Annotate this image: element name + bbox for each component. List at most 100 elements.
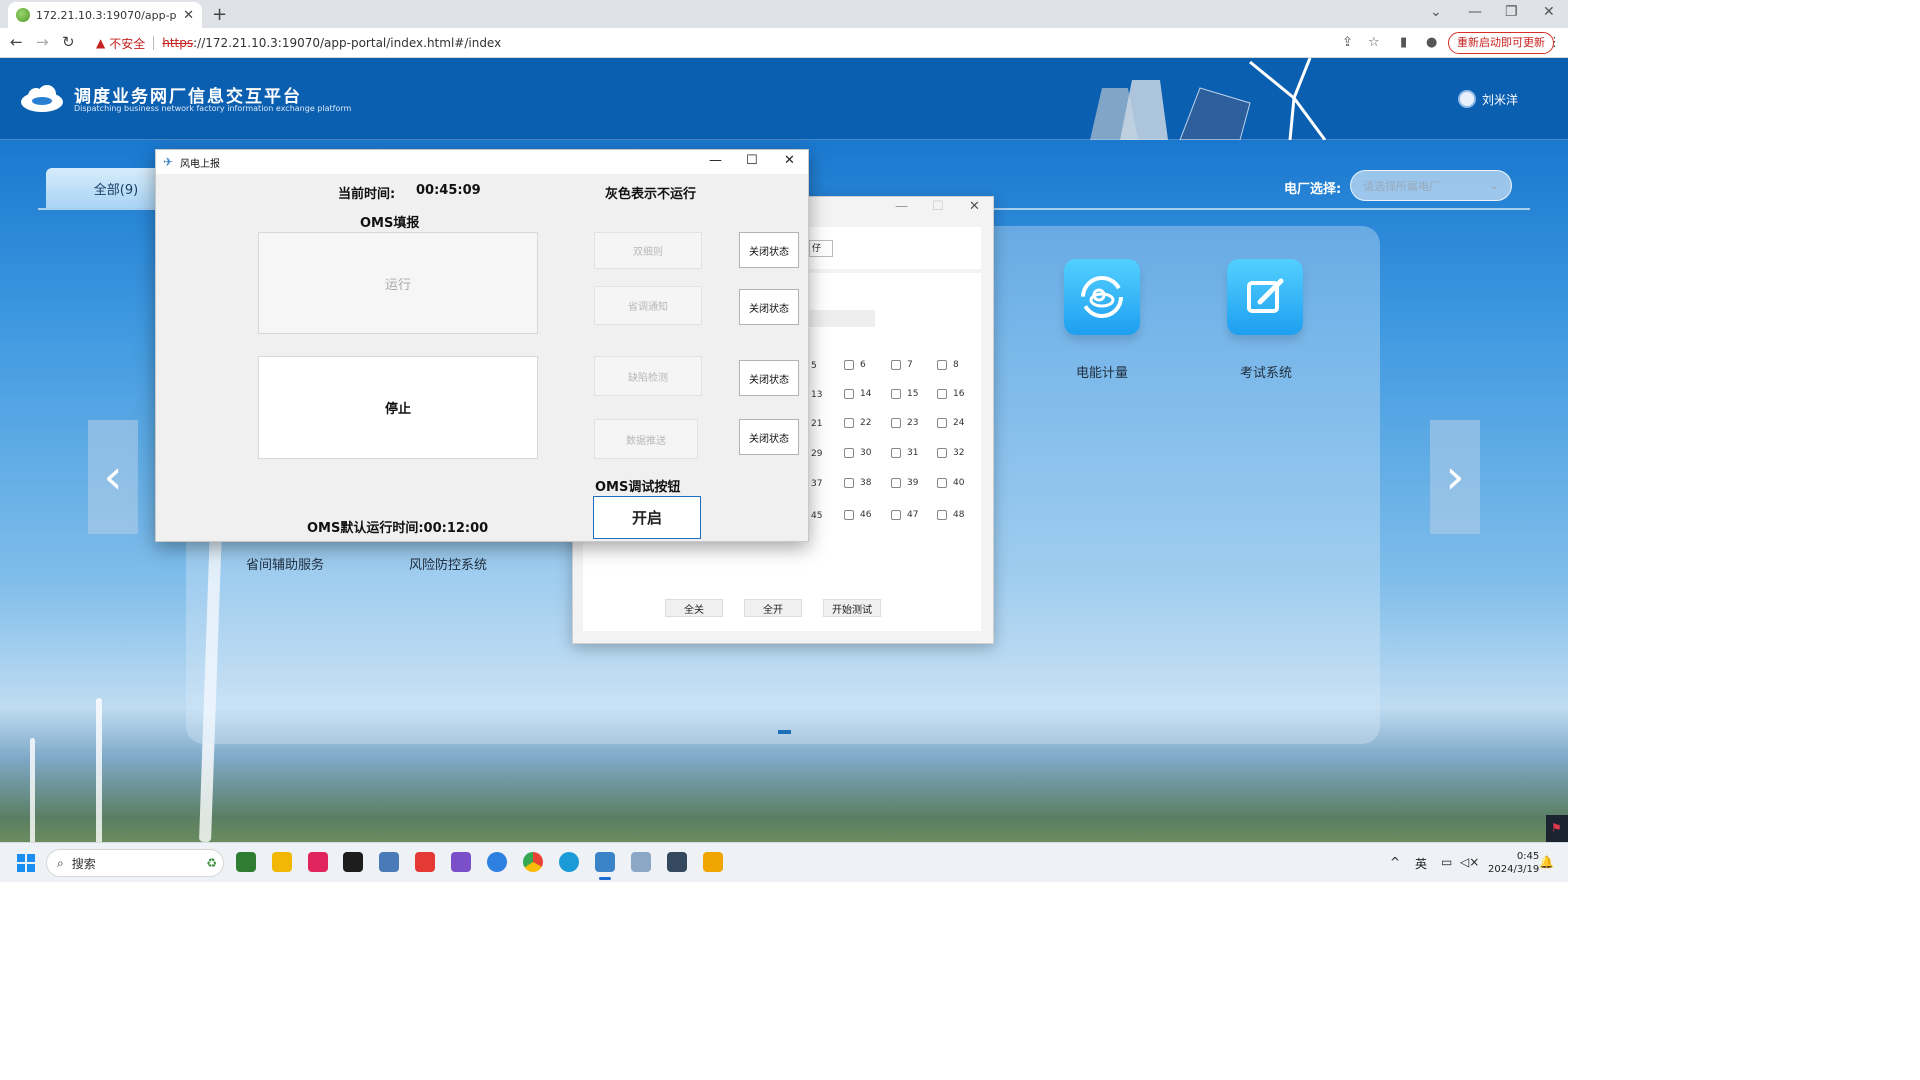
all-off-button[interactable]: 全关 (665, 599, 723, 617)
close-icon[interactable]: ✕ (969, 199, 980, 214)
carousel-next-button[interactable]: › (1430, 420, 1480, 534)
url-scheme: https (162, 36, 194, 50)
active-app-indicator (599, 877, 611, 880)
rule-defect-detection-state-button[interactable]: 关闭状态 (739, 360, 799, 396)
maximize-icon[interactable]: ☐ (746, 153, 758, 168)
close-icon[interactable]: ✕ (784, 153, 795, 168)
chrome-icon[interactable] (523, 852, 543, 872)
rule-provincial-notice-button[interactable]: 省调通知 (594, 286, 702, 325)
rule-defect-detection-button[interactable]: 缺陷检测 (594, 356, 702, 396)
minimize-icon[interactable]: — (709, 153, 722, 168)
channel-checkbox[interactable]: 22 (844, 418, 871, 428)
channel-checkbox[interactable]: 6 (844, 360, 866, 370)
channel-checkbox[interactable]: 39 (891, 478, 918, 488)
share-icon[interactable]: ⇪ (1342, 35, 1353, 50)
taskbar-search[interactable]: ⌕ 搜索 ♻ (46, 849, 224, 877)
chevron-up-icon[interactable]: ^ (1390, 855, 1400, 869)
file-explorer-icon[interactable] (272, 852, 292, 872)
rule-data-push-button[interactable]: 数据推送 (594, 419, 698, 459)
channel-checkbox[interactable]: 7 (891, 360, 913, 370)
channel-checkbox[interactable]: 31 (891, 448, 918, 458)
rule-data-push-state-button[interactable]: 关闭状态 (739, 419, 799, 455)
oms-debug-label: OMS调试按钮 (595, 480, 681, 495)
channel-checkbox[interactable]: 32 (937, 448, 964, 458)
tab-title: 172.21.10.3:19070/app-portal/ (36, 8, 177, 22)
volume-muted-icon[interactable]: ◁× (1460, 855, 1479, 869)
channel-checkbox[interactable]: 40 (937, 478, 964, 488)
power-plant-illustration (1090, 58, 1327, 140)
address-bar[interactable]: ▲ 不安全 https ://172.21.10.3:19070/app-por… (88, 31, 1388, 55)
rule-double-detail-button[interactable]: 双细则 (594, 232, 702, 269)
tab-search-icon[interactable]: ⌄ (1430, 4, 1442, 20)
app-name-energy-metering[interactable]: 电能计量 (1076, 362, 1128, 381)
app-icon-1[interactable] (236, 852, 256, 872)
forward-icon[interactable]: → (36, 33, 49, 51)
channel-checkbox[interactable]: 46 (844, 510, 871, 520)
edge-icon[interactable] (559, 852, 579, 872)
minimize-icon[interactable]: — (895, 199, 908, 214)
wind-report-app-icon[interactable] (595, 852, 615, 872)
app-tile-exam-system[interactable] (1227, 259, 1303, 335)
app-icon-5[interactable] (379, 852, 399, 872)
channel-checkbox[interactable]: 38 (844, 478, 871, 488)
test-input-partial[interactable] (809, 310, 875, 327)
current-time-label: 当前时间: (338, 187, 396, 202)
app-name-exam-system[interactable]: 考试系统 (1240, 362, 1292, 381)
app-icon-3[interactable] (308, 852, 328, 872)
bookmark-star-icon[interactable]: ☆ (1368, 35, 1380, 50)
app-icon-13[interactable] (667, 852, 687, 872)
channel-checkbox[interactable]: 47 (891, 510, 918, 520)
notification-flag-icon[interactable] (1546, 815, 1568, 842)
channel-checkbox[interactable]: 15 (891, 389, 918, 399)
app-name-interprovincial-service[interactable]: 省间辅助服务 (246, 554, 324, 573)
app-icon-8[interactable] (487, 852, 507, 872)
network-icon[interactable]: ▭ (1441, 855, 1452, 869)
app-name-risk-control[interactable]: 风险防控系统 (409, 554, 487, 573)
new-tab-button[interactable]: + (212, 4, 227, 25)
window-titlebar[interactable]: ✈ 风电上报 — ☐ ✕ (156, 150, 808, 174)
visual-studio-icon[interactable] (451, 852, 471, 872)
all-on-button[interactable]: 全开 (744, 599, 802, 617)
system-clock[interactable]: 0:45 2024/3/19 (1488, 850, 1539, 876)
close-tab-icon[interactable]: ✕ (183, 8, 194, 23)
restore-icon[interactable]: ❐ (1505, 4, 1518, 20)
run-button[interactable]: 运行 (258, 232, 538, 334)
rule-provincial-notice-state-button[interactable]: 关闭状态 (739, 289, 799, 325)
profile-icon[interactable]: ● (1426, 35, 1437, 50)
start-test-button[interactable]: 开始测试 (823, 599, 881, 617)
notification-bell-icon[interactable]: 🔔 (1539, 855, 1554, 869)
reload-icon[interactable]: ↻ (62, 33, 75, 51)
wps-icon[interactable] (415, 852, 435, 872)
maximize-icon[interactable]: ☐ (932, 199, 944, 214)
channel-checkbox[interactable]: 23 (891, 418, 918, 428)
app-tile-energy-metering[interactable] (1064, 259, 1140, 335)
stop-button[interactable]: 停止 (258, 356, 538, 459)
channel-checkbox[interactable]: 24 (937, 418, 964, 428)
rule-double-detail-state-button[interactable]: 关闭状态 (739, 232, 799, 268)
minimize-icon[interactable]: — (1468, 4, 1482, 20)
sidebar-icon[interactable]: ▮ (1400, 35, 1407, 50)
oms-open-button[interactable]: 开启 (593, 496, 701, 539)
channel-checkbox[interactable]: 8 (937, 360, 959, 370)
channel-checkbox[interactable]: 16 (937, 389, 964, 399)
channel-checkbox[interactable]: 30 (844, 448, 871, 458)
test-field-partial[interactable]: 仔 (809, 240, 833, 257)
windows-start-icon[interactable] (17, 854, 35, 872)
app-icon-14[interactable] (703, 852, 723, 872)
update-button[interactable]: 重新启动即可更新 (1448, 32, 1554, 54)
pycharm-icon[interactable] (343, 852, 363, 872)
back-icon[interactable]: ← (10, 33, 23, 51)
menu-dots-icon[interactable]: ⋮ (1548, 35, 1561, 50)
user-menu[interactable]: 刘米洋 (1458, 90, 1518, 108)
plant-select[interactable]: 请选择所属电厂 ⌄ (1350, 170, 1512, 201)
channel-checkbox[interactable]: 14 (844, 389, 871, 399)
carousel-prev-button[interactable]: ‹ (88, 420, 138, 534)
close-window-icon[interactable]: ✕ (1543, 4, 1555, 20)
ime-indicator[interactable]: 英 (1415, 855, 1427, 872)
channel-checkbox[interactable]: 48 (937, 510, 964, 520)
app-icon-12[interactable] (631, 852, 651, 872)
carousel-page-indicator[interactable] (778, 730, 791, 734)
wind-report-window: ✈ 风电上报 — ☐ ✕ 当前时间: 00:45:09 灰色表示不运行 OMS填… (155, 149, 809, 542)
plant-select-placeholder: 请选择所属电厂 (1363, 179, 1440, 193)
browser-tab[interactable]: 172.21.10.3:19070/app-portal/ ✕ (8, 2, 202, 28)
